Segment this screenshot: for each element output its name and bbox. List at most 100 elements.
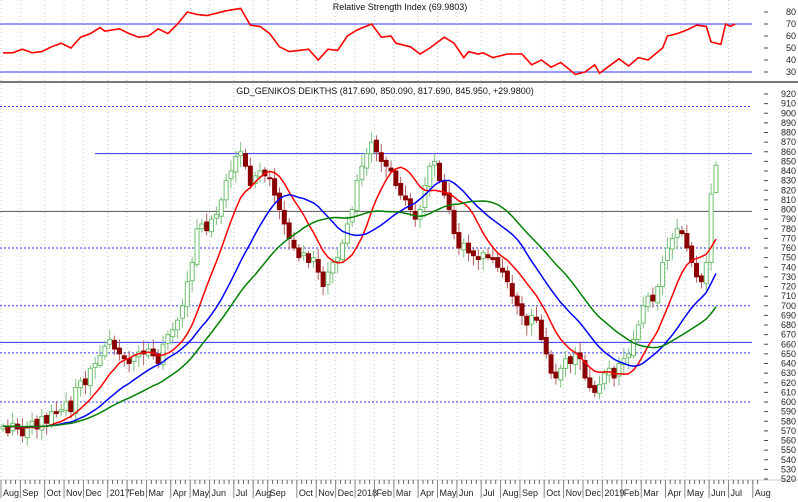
candle-body [640, 305, 646, 324]
candle-body [393, 170, 399, 186]
candle-body [223, 180, 229, 201]
x-tick-label: Apr [173, 488, 187, 498]
chart-window: Relative Strength Index (69.9803) 80 70 60 5… [0, 0, 798, 502]
price-tick-label: 740 [781, 262, 796, 272]
price-tick-label: 890 [781, 118, 796, 128]
candle-body [514, 295, 520, 307]
candle-body [179, 305, 185, 319]
x-tick-label: Apr [420, 488, 434, 498]
x-tick-label: Aug [755, 488, 771, 498]
x-tick-label: Nov [566, 488, 583, 498]
candle-body [320, 271, 326, 287]
price-tick-label: 760 [781, 243, 796, 253]
candle-body [703, 261, 709, 285]
candle-body [538, 319, 544, 340]
price-tick-label: 540 [781, 455, 796, 465]
candle-body [480, 252, 486, 260]
candle-body [335, 257, 341, 262]
x-tick-label: Jul [483, 488, 495, 498]
x-tick-label: Jun [459, 488, 474, 498]
candle-body [204, 221, 210, 232]
candle-body [165, 334, 171, 344]
x-tick-label: Feb [376, 488, 392, 498]
x-tick-label: Dec [338, 488, 355, 498]
candle-body [388, 167, 394, 172]
candle-body [664, 247, 670, 262]
candle-body [199, 223, 205, 230]
price-tick-label: 780 [781, 224, 796, 234]
x-tick-label: Jun [711, 488, 726, 498]
price-tick-label: 730 [781, 272, 796, 282]
candle-body [315, 259, 321, 273]
candle-body [694, 262, 700, 278]
candle-body [175, 319, 181, 331]
candle-body [461, 242, 467, 251]
candle-body [427, 165, 433, 187]
candle-body [121, 355, 127, 360]
candle-body [209, 218, 215, 233]
candle-body [529, 314, 535, 325]
candle-body [534, 316, 539, 321]
price-tick-label: 810 [781, 195, 796, 205]
candle-body [306, 253, 312, 263]
rsi-tick-label: 40 [786, 55, 796, 65]
candle-body [194, 228, 200, 265]
price-tick-label: 860 [781, 147, 796, 157]
x-tick-label: Nov [66, 488, 83, 498]
candle-body [325, 271, 331, 286]
candle-body [432, 160, 438, 166]
x-tick-label: Feb [129, 488, 145, 498]
x-tick-label: Apr [667, 488, 681, 498]
candle-body [548, 354, 554, 374]
x-tick-label: Dec [585, 488, 602, 498]
price-tick-label: 910 [781, 99, 796, 109]
price-tick-label: 710 [781, 291, 796, 301]
candle-body [78, 380, 84, 389]
price-tick-label: 830 [781, 176, 796, 186]
candle-body [87, 367, 93, 387]
candle-body [272, 178, 278, 196]
candle-body [558, 367, 564, 381]
candle-body [519, 303, 525, 316]
candle-body [49, 411, 54, 426]
price-tick-label: 870 [781, 137, 796, 147]
candle-body [626, 353, 632, 359]
price-tick-label: 850 [781, 156, 796, 166]
price-tick-label: 840 [781, 166, 796, 176]
candle-body [29, 420, 35, 427]
price-tick-label: 650 [781, 349, 796, 359]
x-tick-label: Aug [3, 488, 19, 498]
x-tick-label: Mar [396, 488, 412, 498]
rsi-tick-label: 60 [786, 31, 796, 41]
rsi-tick-label: 80 [786, 7, 796, 17]
candle-body [475, 256, 481, 261]
candle-body [97, 355, 103, 366]
candle-body [359, 165, 365, 181]
candle-body [417, 209, 423, 220]
candle-body [466, 242, 472, 254]
candle-body [437, 162, 442, 182]
price-tick-label: 640 [781, 359, 796, 369]
price-tick-label: 920 [781, 89, 796, 99]
candle-body [572, 353, 578, 365]
x-tick-label: Mar [149, 488, 165, 498]
price-tick-label: 630 [781, 368, 796, 378]
x-tick-label: Nov [318, 488, 335, 498]
candle-body [592, 385, 598, 393]
candle-body [470, 250, 476, 257]
candle-body [170, 329, 176, 338]
candle-body [650, 294, 656, 302]
candle-body [102, 345, 108, 357]
candle-body [601, 372, 607, 385]
candle-body [228, 170, 234, 180]
candle-body [645, 295, 651, 308]
candle-body [674, 228, 680, 238]
rsi-tick-label: 50 [786, 43, 796, 53]
candle-body [73, 387, 79, 415]
candle-body [281, 209, 287, 225]
candle-body [233, 156, 239, 173]
candle-body [660, 261, 666, 287]
price-tick-label: 600 [781, 397, 796, 407]
x-tick-label: Oct [47, 488, 62, 498]
candle-body [349, 209, 355, 223]
